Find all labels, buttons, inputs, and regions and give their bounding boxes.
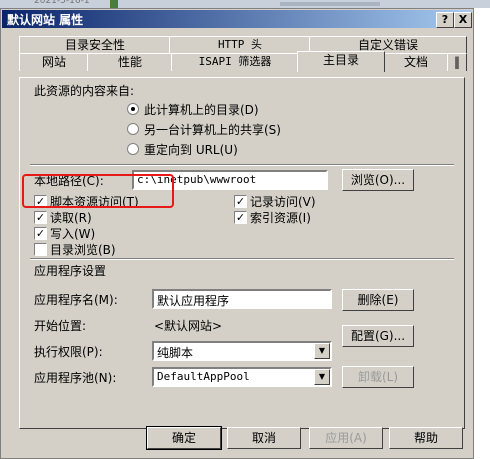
close-title-button[interactable]: X: [454, 12, 472, 28]
app-name-label: 应用程序名(M):: [34, 293, 118, 307]
radio-network-share-label: 另一台计算机上的共享(S): [144, 123, 281, 137]
tab-documents[interactable]: 文档: [383, 53, 449, 71]
tab-isapi-filters[interactable]: ISAPI 筛选器: [171, 53, 299, 71]
dialog-title: 默认网站 属性: [7, 13, 84, 27]
app-pool-label: 应用程序池(N):: [34, 371, 117, 385]
tab-website[interactable]: 网站: [19, 53, 89, 71]
checkbox-write[interactable]: ✓: [34, 227, 47, 240]
cancel-button[interactable]: 取消: [227, 427, 301, 449]
start-point-value: <默认网站>: [154, 319, 223, 333]
help-title-button[interactable]: ?: [436, 12, 454, 28]
checkbox-index-resource[interactable]: ✓: [234, 211, 247, 224]
configure-button[interactable]: 配置(G)...: [342, 325, 414, 347]
title-bar: 默认网站 属性 ? X: [2, 10, 472, 28]
tab-home-directory[interactable]: 主目录: [297, 51, 385, 72]
execute-permissions-label: 执行权限(P):: [34, 345, 103, 359]
help-button[interactable]: 帮助: [389, 427, 463, 449]
chevron-down-icon[interactable]: ▼: [314, 369, 330, 385]
unload-button[interactable]: 卸载(L): [342, 366, 414, 388]
radio-network-share[interactable]: [127, 123, 139, 135]
apply-button[interactable]: 应用(A): [309, 427, 383, 449]
radio-local-directory[interactable]: [127, 103, 139, 115]
tab-scroll-handle[interactable]: ‖: [447, 53, 467, 71]
checkbox-log-visits-label: 记录访问(V): [250, 195, 316, 209]
divider: [30, 258, 454, 260]
ok-button[interactable]: 确定: [146, 426, 222, 450]
radio-redirect-url[interactable]: [127, 143, 139, 155]
checkbox-log-visits[interactable]: ✓: [234, 195, 247, 208]
remove-button[interactable]: 删除(E): [342, 289, 414, 311]
tab-performance[interactable]: 性能: [87, 53, 173, 71]
background-date-text: 2021-5-16-1: [34, 0, 90, 6]
checkbox-index-resource-label: 索引资源(I): [250, 211, 311, 225]
browse-button[interactable]: 浏览(O)...: [342, 169, 414, 191]
chevron-down-icon[interactable]: ▼: [314, 343, 330, 359]
execute-permissions-select[interactable]: 纯脚本: [152, 341, 332, 361]
tab-http-headers[interactable]: HTTP 头: [169, 36, 311, 54]
checkbox-read[interactable]: ✓: [34, 211, 47, 224]
background-blurred-title: [280, 2, 380, 6]
home-directory-panel: 此资源的内容来自: 此计算机上的目录(D) 另一台计算机上的共享(S) 重定向到…: [19, 77, 465, 429]
app-settings-heading: 应用程序设置: [34, 264, 107, 278]
app-name-input[interactable]: 默认应用程序: [152, 289, 332, 309]
checkbox-read-label: 读取(R): [50, 211, 92, 225]
divider: [30, 164, 454, 166]
radio-redirect-url-label: 重定向到 URL(U): [144, 143, 238, 157]
checkbox-directory-browsing-label: 目录浏览(B): [50, 243, 116, 257]
start-point-label: 开始位置:: [34, 319, 87, 333]
background-icon: [110, 0, 118, 8]
app-pool-select[interactable]: DefaultAppPool: [152, 367, 332, 387]
properties-dialog: 默认网站 属性 ? X 目录安全性 HTTP 头 自定义错误 网站 性能 ISA…: [0, 8, 474, 459]
background-window-strip: 2021-5-16-1: [0, 0, 490, 8]
checkbox-directory-browsing[interactable]: [34, 243, 47, 256]
radio-local-directory-label: 此计算机上的目录(D): [144, 103, 259, 117]
tab-directory-security[interactable]: 目录安全性: [19, 36, 171, 54]
checkbox-write-label: 写入(W): [50, 227, 96, 241]
content-source-label: 此资源的内容来自:: [34, 84, 135, 98]
highlight-annotation-box: [22, 174, 174, 208]
